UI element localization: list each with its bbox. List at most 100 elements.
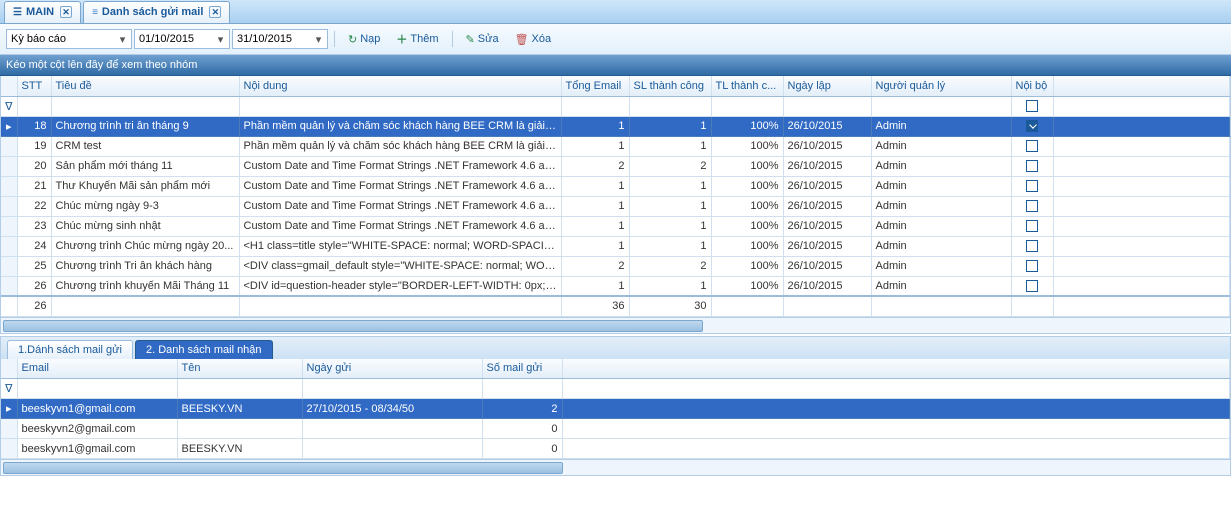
cell-checkbox[interactable] xyxy=(1011,256,1053,276)
filter-cell[interactable] xyxy=(239,96,561,116)
horizontal-scrollbar[interactable] xyxy=(1,459,1230,475)
checkbox-icon[interactable] xyxy=(1026,120,1038,132)
col-noidung[interactable]: Nội dung xyxy=(239,76,561,96)
cell-date: 26/10/2015 xyxy=(783,276,871,296)
cell-succ: 1 xyxy=(629,136,711,156)
cell-spacer xyxy=(1053,216,1230,236)
cell-succ: 1 xyxy=(629,216,711,236)
horizontal-scrollbar[interactable] xyxy=(1,317,1230,333)
scrollbar-thumb[interactable] xyxy=(3,320,703,332)
tab-main[interactable]: ☰ MAIN ✕ xyxy=(4,1,81,23)
tab-received-list[interactable]: 2. Danh sách mail nhận xyxy=(135,340,273,359)
group-panel[interactable]: Kéo một cột lên đây để xem theo nhóm xyxy=(0,55,1231,76)
col-somail[interactable]: Số mail gửi xyxy=(482,359,562,379)
tab-close-icon[interactable]: ✕ xyxy=(209,6,221,18)
col-ngaygui[interactable]: Ngày gửi xyxy=(302,359,482,379)
col-email[interactable]: Email xyxy=(17,359,177,379)
tab-mail-list[interactable]: ≡ Danh sách gửi mail ✕ xyxy=(83,1,230,23)
cell-spacer xyxy=(1053,256,1230,276)
cell-spacer xyxy=(1053,116,1230,136)
col-stt[interactable]: STT xyxy=(17,76,51,96)
table-row[interactable]: ▸18Chương trình tri ân tháng 9Phần mềm q… xyxy=(1,116,1230,136)
filter-cell[interactable] xyxy=(1011,96,1053,116)
cell-title: Chúc mừng ngày 9-3 xyxy=(51,196,239,216)
table-row[interactable]: 20Sản phẩm mới tháng 11Custom Date and T… xyxy=(1,156,1230,176)
col-ten[interactable]: Tên xyxy=(177,359,302,379)
cell-checkbox[interactable] xyxy=(1011,276,1053,296)
checkbox-icon[interactable] xyxy=(1026,160,1038,172)
filter-cell[interactable] xyxy=(17,379,177,399)
add-button[interactable]: ＋ Thêm xyxy=(389,28,445,50)
filter-icon[interactable]: ∇ xyxy=(1,379,17,399)
checkbox-icon[interactable] xyxy=(1026,100,1038,112)
table-row[interactable]: 26Chương trình khuyến Mãi Tháng 11<DIV i… xyxy=(1,276,1230,296)
dropdown-arrow-icon[interactable]: ▾ xyxy=(311,30,325,48)
pencil-icon: ✎ xyxy=(466,33,475,46)
cell-title: Sản phẩm mới tháng 11 xyxy=(51,156,239,176)
checkbox-icon[interactable] xyxy=(1026,140,1038,152)
filter-cell[interactable] xyxy=(177,379,302,399)
row-indicator: ▸ xyxy=(1,399,17,419)
report-period-select[interactable]: ▾ xyxy=(6,29,132,49)
tab-close-icon[interactable]: ✕ xyxy=(60,6,72,18)
col-nguoiql[interactable]: Người quản lý xyxy=(871,76,1011,96)
cell-checkbox[interactable] xyxy=(1011,176,1053,196)
dropdown-arrow-icon[interactable]: ▾ xyxy=(213,30,227,48)
col-sltc[interactable]: SL thành công xyxy=(629,76,711,96)
checkbox-icon[interactable] xyxy=(1026,240,1038,252)
date-from[interactable]: ▾ xyxy=(134,29,230,49)
checkbox-icon[interactable] xyxy=(1026,180,1038,192)
row-indicator xyxy=(1,136,17,156)
table-row[interactable]: 21Thư Khuyến Mãi sản phẩm mớiCustom Date… xyxy=(1,176,1230,196)
col-noibo[interactable]: Nội bộ xyxy=(1011,76,1053,96)
cell-checkbox[interactable] xyxy=(1011,116,1053,136)
col-tongemail[interactable]: Tổng Email xyxy=(561,76,629,96)
summary-count: 26 xyxy=(17,296,51,316)
filter-cell[interactable] xyxy=(783,96,871,116)
filter-cell[interactable] xyxy=(302,379,482,399)
filter-cell[interactable] xyxy=(482,379,562,399)
table-row[interactable]: 19CRM testPhần mềm quản lý và chăm sóc k… xyxy=(1,136,1230,156)
table-row[interactable]: 23Chúc mừng sinh nhậtCustom Date and Tim… xyxy=(1,216,1230,236)
filter-cell[interactable] xyxy=(51,96,239,116)
date-from-input[interactable] xyxy=(139,30,213,48)
cell-checkbox[interactable] xyxy=(1011,216,1053,236)
edit-button[interactable]: ✎ Sửa xyxy=(459,30,506,49)
checkbox-icon[interactable] xyxy=(1026,200,1038,212)
cell-checkbox[interactable] xyxy=(1011,136,1053,156)
checkbox-icon[interactable] xyxy=(1026,260,1038,272)
checkbox-icon[interactable] xyxy=(1026,280,1038,292)
cell-checkbox[interactable] xyxy=(1011,236,1053,256)
cell-checkbox[interactable] xyxy=(1011,196,1053,216)
report-period-input[interactable] xyxy=(11,30,115,48)
filter-cell[interactable] xyxy=(17,96,51,116)
table-row[interactable]: 24Chương trình Chúc mừng ngày 20...<H1 c… xyxy=(1,236,1230,256)
filter-row: ∇ xyxy=(1,96,1230,116)
checkbox-icon[interactable] xyxy=(1026,220,1038,232)
cell-count: 2 xyxy=(482,399,562,419)
dropdown-arrow-icon[interactable]: ▾ xyxy=(115,30,129,48)
menu-icon: ☰ xyxy=(13,7,22,18)
table-row[interactable]: beeskyvn1@gmail.comBEESKY.VN0 xyxy=(1,439,1230,459)
table-row[interactable]: beeskyvn2@gmail.com0 xyxy=(1,419,1230,439)
col-tltc[interactable]: TL thành c... xyxy=(711,76,783,96)
cell-checkbox[interactable] xyxy=(1011,156,1053,176)
table-row[interactable]: 22Chúc mừng ngày 9-3Custom Date and Time… xyxy=(1,196,1230,216)
col-tieude[interactable]: Tiêu đề xyxy=(51,76,239,96)
date-to-input[interactable] xyxy=(237,30,311,48)
cell-mgr: Admin xyxy=(871,276,1011,296)
cell-mgr: Admin xyxy=(871,136,1011,156)
scrollbar-thumb[interactable] xyxy=(3,462,563,474)
col-ngaylap[interactable]: Ngày lập xyxy=(783,76,871,96)
filter-icon[interactable]: ∇ xyxy=(1,96,17,116)
filter-cell[interactable] xyxy=(711,96,783,116)
reload-button[interactable]: ↻ Nạp xyxy=(341,30,387,49)
tab-sent-list[interactable]: 1.Dánh sách mail gửi xyxy=(7,340,133,359)
date-to[interactable]: ▾ xyxy=(232,29,328,49)
filter-cell[interactable] xyxy=(629,96,711,116)
table-row[interactable]: ▸beeskyvn1@gmail.comBEESKY.VN27/10/2015 … xyxy=(1,399,1230,419)
table-row[interactable]: 25Chương trình Tri ân khách hàng<DIV cla… xyxy=(1,256,1230,276)
filter-cell[interactable] xyxy=(561,96,629,116)
filter-cell[interactable] xyxy=(871,96,1011,116)
delete-button[interactable]: 🗑 Xóa xyxy=(508,30,559,49)
